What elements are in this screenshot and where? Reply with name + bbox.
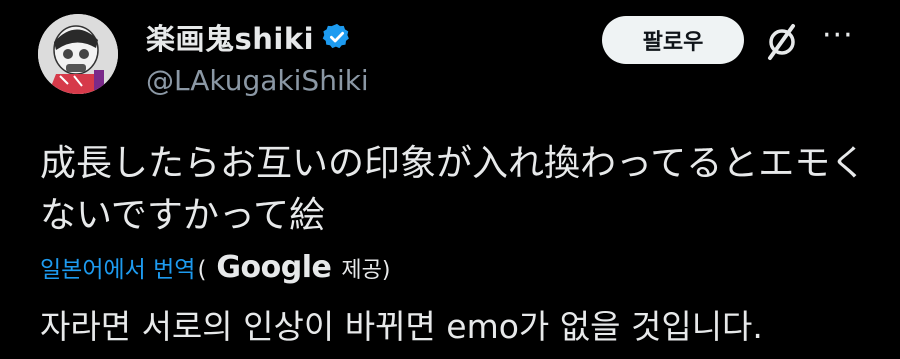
avatar[interactable] — [38, 14, 118, 94]
tweet-text: 成長したらお互いの印象が入れ換わってるとエモくないですかって絵 — [40, 143, 867, 236]
provided-label: 제공) — [341, 258, 391, 283]
avatar-illustration-icon — [38, 14, 118, 94]
follow-button[interactable]: 팔로우 — [602, 16, 744, 64]
google-logo: Google — [216, 250, 332, 285]
translated-text: 자라면 서로의 인상이 바뀌면 emo가 없을 것입니다. — [40, 307, 763, 346]
author-name-row: 楽画鬼shiki — [146, 16, 352, 58]
grok-icon[interactable] — [760, 20, 804, 64]
translate-link[interactable]: 일본어에서 번역 — [40, 250, 195, 284]
author-handle[interactable]: @LAkugakiShiki — [146, 64, 369, 97]
verified-badge-icon[interactable] — [322, 22, 352, 52]
display-name[interactable]: 楽画鬼shiki — [146, 16, 314, 58]
translation-attribution: 일본어에서 번역 ( Google 제공) — [40, 250, 390, 285]
open-paren: ( — [197, 257, 207, 283]
more-options-icon[interactable]: ··· — [822, 18, 854, 53]
